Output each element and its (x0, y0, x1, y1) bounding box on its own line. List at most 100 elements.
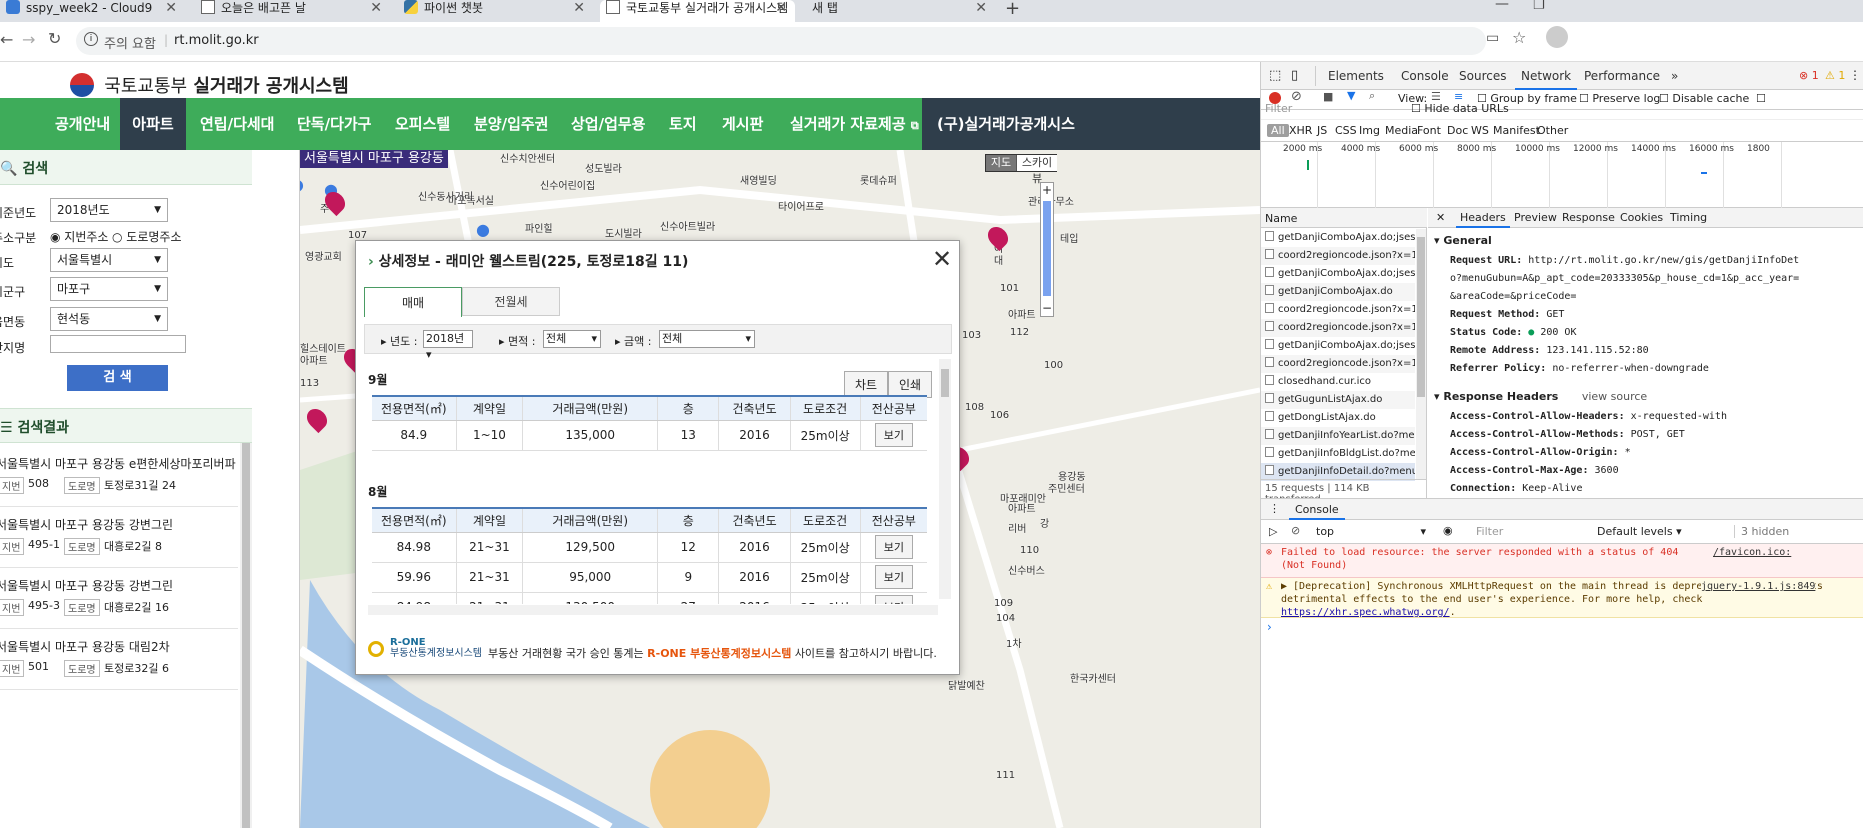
sigungu-select[interactable]: 마포구 (50, 277, 168, 301)
response-headers-toggle[interactable]: ▾ Response Headers view source (1434, 390, 1647, 403)
console-clear-icon[interactable]: ⊘ (1291, 524, 1300, 537)
nav-item-commercial[interactable]: 상업/업무용 (571, 98, 645, 150)
request-row[interactable]: coord2regioncode.json?x=126 (1261, 247, 1415, 265)
close-tab-icon[interactable]: ✕ (165, 0, 177, 16)
type-filter-js[interactable]: JS (1317, 124, 1327, 137)
type-filter-all[interactable]: All (1267, 124, 1289, 137)
type-filter-media[interactable]: Media (1385, 124, 1418, 137)
bookmark-star-icon[interactable]: ☆ (1512, 28, 1526, 47)
console-warning-link[interactable]: https://xhr.spec.whatwg.org/ (1281, 607, 1450, 618)
nav-item-notice[interactable]: 공개안내 (55, 98, 110, 150)
request-row[interactable]: getDanjiComboAjax.do;jsessio (1261, 337, 1415, 355)
type-filter-img[interactable]: Img (1359, 124, 1380, 137)
type-filter-xhr[interactable]: XHR (1289, 124, 1312, 137)
devtools-tab-console[interactable]: Console (1401, 62, 1449, 90)
type-filter-doc[interactable]: Doc (1447, 124, 1468, 137)
request-row[interactable]: getDanjiComboAjax.do (1261, 283, 1415, 301)
error-count-badge[interactable]: ⊗ 1 (1799, 69, 1819, 82)
close-tab-icon[interactable]: ✕ (370, 0, 382, 16)
view-record-button[interactable]: 보기 (874, 423, 913, 447)
nav-item-land[interactable]: 토지 (669, 98, 697, 150)
zoom-out-button[interactable]: − (1041, 301, 1053, 315)
cast-icon[interactable]: ▭ (1486, 30, 1499, 46)
detail-tab-preview[interactable]: Preview (1510, 208, 1561, 228)
nav-item-rowhouse[interactable]: 연립/다세대 (200, 98, 274, 150)
type-filter-manifest[interactable]: Manifest (1493, 124, 1540, 137)
nav-item-old-system[interactable]: (구)실거래가공개시스 (922, 98, 1260, 150)
eye-icon[interactable]: ◉ (1443, 524, 1453, 537)
filter-price-select[interactable]: 전체 ▾ (659, 330, 755, 348)
request-row[interactable]: getDanjiInfoBldgList.do?menu (1261, 445, 1415, 463)
detail-tab-cookies[interactable]: Cookies (1616, 208, 1667, 228)
nav-item-officetel[interactable]: 오피스텔 (395, 98, 450, 150)
drawer-menu-icon[interactable]: ⋮ (1269, 502, 1280, 515)
url-text[interactable]: rt.molit.go.kr (174, 33, 259, 48)
close-tab-icon[interactable]: ✕ (573, 0, 585, 16)
request-row[interactable]: coord2regioncode.json?x=126 (1261, 355, 1415, 373)
chart-button[interactable]: 차트 (844, 371, 889, 398)
network-overview[interactable]: 2000 ms 4000 ms 6000 ms 8000 ms 10000 ms 1200… (1261, 142, 1863, 208)
forward-icon[interactable]: → (22, 30, 35, 49)
view-source-link[interactable]: view source (1582, 390, 1647, 403)
trades-scroll-area[interactable]: 차트 인쇄 9월 전용면적(㎡) 계약일 거래금액(만원) 층 건축년도 도로조건 전산공부 8… (364, 359, 950, 604)
request-row[interactable]: coord2regioncode.json?x=126 (1261, 319, 1415, 337)
console-levels-select[interactable]: Default levels ▾ (1597, 525, 1682, 538)
new-tab-icon[interactable]: + (1005, 0, 1020, 19)
request-row[interactable]: closedhand.cur.ico (1261, 373, 1415, 391)
back-icon[interactable]: ← (0, 30, 13, 49)
close-icon[interactable]: ✕ (932, 245, 952, 273)
dong-select[interactable]: 현석동 (50, 307, 168, 331)
close-tab-icon[interactable]: ✕ (975, 0, 987, 16)
minimize-icon[interactable]: — (1495, 0, 1509, 12)
detail-tab-headers[interactable]: Headers (1456, 208, 1510, 228)
devtools-tab-network[interactable]: Network (1515, 62, 1578, 90)
view-record-button[interactable]: 보기 (874, 595, 913, 604)
year-select[interactable]: 2018년도 (50, 198, 168, 222)
result-item[interactable]: 서울특별시 마포구 용강동 e편한세상마포리버파크 지번 508 도로명 토정로31길 … (0, 446, 238, 507)
network-filter-input[interactable]: Filter (1265, 102, 1292, 115)
bus-stop-icon[interactable]: ● (476, 220, 490, 239)
modal-vscrollbar[interactable] (939, 359, 951, 599)
nav-item-data[interactable]: 실거래가 자료제공 ⧉ (790, 98, 919, 150)
devtools-tab-performance[interactable]: Performance (1584, 62, 1660, 90)
console-prompt[interactable]: › (1267, 620, 1272, 634)
request-row[interactable]: coord2regioncode.json?x=126 (1261, 301, 1415, 319)
nav-item-apartment[interactable]: 아파트 (120, 98, 186, 150)
filter-year-select[interactable]: 2018년 ▾ (423, 330, 473, 361)
browser-tab[interactable]: 파이썬 챗봇 ✕ (398, 0, 593, 22)
browser-tab[interactable]: 새 탭 ✕ (800, 0, 995, 22)
sido-select[interactable]: 서울특별시 (50, 248, 168, 272)
addr-radio-jibun[interactable]: ◉ 지번주소 (50, 228, 108, 245)
r-one-link[interactable]: R-ONE 부동산통계정보시스템 (647, 647, 791, 660)
browser-tab-active[interactable]: 국토교통부 실거래가 공개시스템 ✕ (600, 0, 795, 22)
search-button[interactable]: 검 색 (67, 365, 168, 391)
print-button[interactable]: 인쇄 (888, 371, 933, 398)
view-record-button[interactable]: 보기 (874, 565, 913, 589)
warn-count-badge[interactable]: ⚠ 1 (1825, 69, 1845, 82)
r-one-logo[interactable]: R-ONE 부동산통계정보시스템 (368, 637, 482, 659)
browser-tab[interactable]: 오늘은 배고픈 날 ✕ (195, 0, 390, 22)
console-sidebar-icon[interactable]: ▷ (1269, 525, 1277, 538)
console-context-select[interactable]: top ▾ (1316, 525, 1426, 538)
tab-sale[interactable]: 매매 (364, 287, 462, 317)
type-filter-css[interactable]: CSS (1335, 124, 1357, 137)
map-type-sky-button[interactable]: 스카이뷰 (1017, 155, 1057, 185)
profile-avatar[interactable] (1546, 26, 1568, 48)
type-filter-other[interactable]: Other (1537, 124, 1568, 137)
tab-rent[interactable]: 전월세 (462, 287, 560, 316)
info-icon[interactable]: i (84, 32, 98, 46)
request-row[interactable]: getDanjiComboAjax.do;jsessio (1261, 265, 1415, 283)
device-toggle-icon[interactable]: ▯ (1291, 68, 1298, 83)
addr-radio-road[interactable]: ○ 도로명주소 (112, 228, 182, 245)
request-row[interactable]: getDongListAjax.do (1261, 409, 1415, 427)
console-warning-source-link[interactable]: jquery-1.9.1.js:849 (1701, 580, 1816, 593)
console-filter-input[interactable]: Filter (1476, 525, 1586, 538)
close-tab-icon[interactable]: ✕ (775, 0, 787, 16)
devtools-tab-sources[interactable]: Sources (1459, 62, 1506, 90)
name-column-header[interactable]: Name (1261, 208, 1427, 228)
requests-scrollbar[interactable] (1416, 229, 1426, 479)
detail-tab-timing[interactable]: Timing (1666, 208, 1711, 228)
detail-tab-response[interactable]: Response (1558, 208, 1619, 228)
bus-stop-icon[interactable]: ● (300, 175, 304, 194)
zoom-slider[interactable] (1043, 201, 1051, 296)
